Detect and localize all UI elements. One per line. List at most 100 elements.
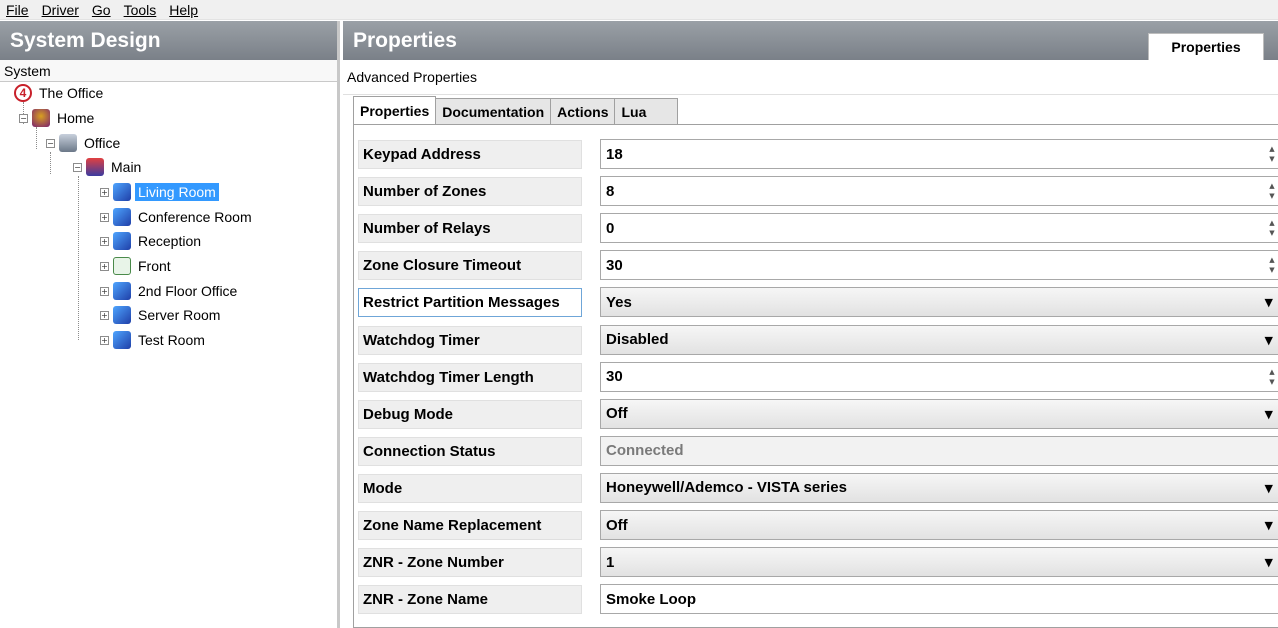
- spin-arrows-icon[interactable]: ▲ ▼: [1267, 255, 1277, 275]
- property-dropdown[interactable]: Off ▼: [600, 510, 1278, 540]
- property-label: Keypad Address: [358, 140, 582, 169]
- properties-pane: Properties Properties Advanced Propertie…: [343, 21, 1278, 628]
- tree-node-the-office[interactable]: 4 The Office: [14, 82, 106, 104]
- property-label: Number of Relays: [358, 214, 582, 244]
- expand-icon[interactable]: +: [100, 286, 109, 296]
- tree-node-conference-room[interactable]: + Conference Room: [100, 206, 255, 228]
- spin-arrows-icon[interactable]: ▲ ▼: [1267, 367, 1277, 387]
- property-label: Connection Status: [358, 436, 582, 466]
- property-label: ZNR - Zone Name: [358, 585, 582, 615]
- menu-help[interactable]: Help: [169, 2, 198, 18]
- expand-icon[interactable]: +: [100, 212, 109, 222]
- properties-header: Properties Properties: [343, 21, 1278, 60]
- collapse-icon[interactable]: −: [19, 113, 28, 123]
- room-icon: [113, 306, 131, 324]
- menu-driver[interactable]: Driver: [42, 2, 79, 18]
- spin-arrows-icon[interactable]: ▲ ▼: [1267, 144, 1277, 164]
- tab-lua[interactable]: Lua: [614, 98, 679, 124]
- spin-arrows-icon[interactable]: ▲ ▼: [1267, 218, 1277, 238]
- tree-node-2nd-floor-office[interactable]: + 2nd Floor Office: [100, 280, 240, 302]
- properties-view-tab[interactable]: Properties: [1148, 33, 1264, 60]
- property-value: Off: [606, 405, 628, 423]
- property-text-field[interactable]: Smoke Loop: [600, 584, 1278, 615]
- menu-go[interactable]: Go: [92, 2, 111, 18]
- dropdown-arrow-icon[interactable]: ▼: [1265, 334, 1273, 347]
- dropdown-arrow-icon[interactable]: ▼: [1265, 296, 1273, 309]
- property-dropdown[interactable]: Honeywell/Ademco - VISTA series ▼: [600, 472, 1278, 503]
- dropdown-arrow-icon[interactable]: ▼: [1265, 482, 1273, 495]
- property-value: Yes: [606, 293, 632, 311]
- room-icon: [113, 282, 131, 300]
- tree-node-test-room[interactable]: + Test Room: [100, 329, 208, 351]
- property-row-watchdog-timer: Watchdog Timer Disabled ▼: [354, 322, 1278, 359]
- property-spinbox[interactable]: 30 ▲ ▼: [600, 361, 1278, 392]
- property-label: Zone Name Replacement: [358, 511, 582, 540]
- system-design-pane: System Design System 4 The Office − Home…: [0, 21, 340, 628]
- property-dropdown[interactable]: Off ▼: [600, 398, 1278, 429]
- dropdown-arrow-icon[interactable]: ▼: [1265, 408, 1273, 421]
- system-design-title: System Design: [0, 21, 337, 60]
- property-value: 8: [606, 182, 615, 200]
- property-spinbox[interactable]: 18 ▲ ▼: [600, 139, 1278, 169]
- property-label: Restrict Partition Messages: [358, 288, 582, 318]
- tree-node-main[interactable]: − Main: [73, 156, 144, 178]
- expand-icon[interactable]: +: [100, 335, 109, 345]
- expand-icon[interactable]: +: [100, 187, 109, 197]
- spin-arrows-icon[interactable]: ▲ ▼: [1267, 181, 1277, 201]
- tree-node-server-room[interactable]: + Server Room: [100, 304, 223, 326]
- advanced-properties-label: Advanced Properties: [343, 60, 1278, 95]
- expand-icon[interactable]: +: [100, 261, 109, 271]
- property-spinbox[interactable]: 0 ▲ ▼: [600, 213, 1278, 244]
- property-readonly-value: Connected: [600, 435, 1278, 466]
- collapse-icon[interactable]: −: [73, 162, 82, 172]
- tree-node-reception[interactable]: + Reception: [100, 230, 204, 252]
- property-dropdown[interactable]: 1 ▼: [600, 547, 1278, 578]
- property-value: 1: [606, 553, 615, 571]
- tree-node-office[interactable]: − Office: [46, 132, 123, 154]
- property-value: Off: [606, 516, 628, 534]
- property-value: Connected: [606, 442, 684, 460]
- menu-tools[interactable]: Tools: [124, 2, 157, 18]
- tab-properties[interactable]: Properties: [353, 96, 437, 124]
- expand-icon[interactable]: +: [100, 236, 109, 246]
- property-dropdown[interactable]: Disabled ▼: [600, 324, 1278, 355]
- room-icon: [113, 232, 131, 250]
- property-row-debug-mode: Debug Mode Off ▼: [354, 396, 1278, 433]
- tree-node-living-room[interactable]: + Living Room: [100, 181, 219, 203]
- tab-documentation[interactable]: Documentation: [435, 98, 552, 124]
- properties-panel: Keypad Address 18 ▲ ▼ Number of Zones 8 ▲ ▼ Numb…: [353, 124, 1278, 628]
- property-row-zone-name-replacement: Zone Name Replacement Off ▼: [354, 507, 1278, 544]
- property-label: Zone Closure Timeout: [358, 251, 582, 281]
- floor-icon: [86, 158, 104, 176]
- property-value: Disabled: [606, 331, 669, 348]
- tree-node-front[interactable]: + Front: [100, 255, 174, 277]
- collapse-icon[interactable]: −: [46, 138, 55, 148]
- tree-node-home[interactable]: − Home: [19, 107, 97, 129]
- property-value: 0: [606, 219, 615, 237]
- dropdown-arrow-icon[interactable]: ▼: [1265, 519, 1273, 532]
- property-spinbox[interactable]: 8 ▲ ▼: [600, 176, 1278, 207]
- property-value: Smoke Loop: [606, 590, 697, 608]
- property-label: Debug Mode: [358, 399, 582, 429]
- property-row-number-of-relays: Number of Relays 0 ▲ ▼: [354, 210, 1278, 247]
- property-dropdown[interactable]: Yes ▼: [600, 287, 1278, 318]
- menu-file[interactable]: File: [6, 2, 29, 18]
- tab-actions[interactable]: Actions: [550, 98, 616, 124]
- property-value: 30: [606, 256, 623, 274]
- property-tabs: Properties Documentation Actions Lua: [353, 96, 679, 124]
- property-row-restrict-partition-messages: Restrict Partition Messages Yes ▼: [354, 284, 1278, 321]
- property-row-znr-zone-name: ZNR - Zone Name Smoke Loop: [354, 581, 1278, 618]
- property-row-zone-closure-timeout: Zone Closure Timeout 30 ▲ ▼: [354, 247, 1278, 284]
- property-spinbox[interactable]: 30 ▲ ▼: [600, 250, 1278, 281]
- expand-icon[interactable]: +: [100, 310, 109, 320]
- property-row-connection-status: Connection Status Connected: [354, 433, 1278, 470]
- property-label: Number of Zones: [358, 177, 582, 207]
- property-row-mode: Mode Honeywell/Ademco - VISTA series ▼: [354, 470, 1278, 507]
- property-row-keypad-address: Keypad Address 18 ▲ ▼: [354, 136, 1278, 173]
- control4-logo-icon: 4: [14, 84, 32, 102]
- dropdown-arrow-icon[interactable]: ▼: [1265, 556, 1273, 569]
- room-icon: [113, 331, 131, 349]
- menu-bar: File Driver Go Tools Help: [0, 0, 1278, 20]
- property-label: Mode: [358, 473, 582, 503]
- property-label: Watchdog Timer: [358, 325, 582, 355]
